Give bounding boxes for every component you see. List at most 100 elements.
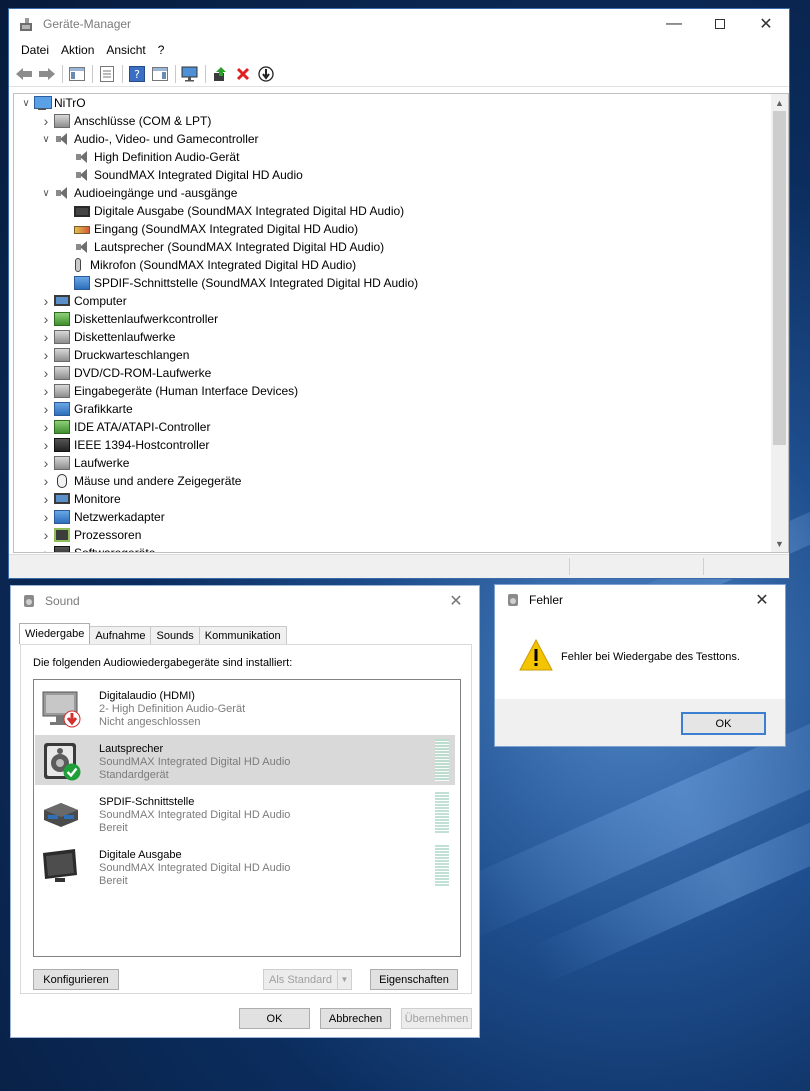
maximize-button[interactable] bbox=[697, 9, 743, 39]
tree-node[interactable]: › Druckwarteschlangen bbox=[14, 346, 772, 364]
device-status: Standardgerät bbox=[99, 769, 169, 781]
tree-node[interactable]: ∨ Audio-, Video- und Gamecontroller bbox=[14, 130, 772, 148]
floppy-controller-icon bbox=[54, 312, 70, 326]
dvd-icon bbox=[54, 366, 70, 380]
tree-node[interactable]: SoundMAX Integrated Digital HD Audio bbox=[14, 166, 772, 184]
tab-kommunikation[interactable]: Kommunikation bbox=[198, 626, 287, 644]
tree-node[interactable]: ∨ NiTrO bbox=[14, 94, 772, 112]
chevron-down-icon[interactable]: ∨ bbox=[38, 188, 54, 199]
list-item-lautsprecher[interactable]: Lautsprecher SoundMAX Integrated Digital… bbox=[35, 735, 455, 785]
device-name: Digitale Ausgabe bbox=[99, 849, 182, 861]
spdif-icon bbox=[74, 276, 90, 290]
scrollbar-thumb[interactable] bbox=[773, 111, 786, 445]
tree-node[interactable]: Mikrofon (SoundMAX Integrated Digital HD… bbox=[14, 256, 772, 274]
chevron-right-icon[interactable]: › bbox=[38, 509, 54, 525]
status-segment bbox=[569, 558, 703, 575]
back-button[interactable] bbox=[13, 63, 35, 85]
tree-node[interactable]: › Laufwerke bbox=[14, 454, 772, 472]
chevron-right-icon[interactable]: › bbox=[38, 311, 54, 327]
tree-node[interactable]: Digitale Ausgabe (SoundMAX Integrated Di… bbox=[14, 202, 772, 220]
digital-output-icon bbox=[74, 205, 90, 217]
tree-node[interactable]: › Grafikkarte bbox=[14, 400, 772, 418]
chevron-right-icon[interactable]: › bbox=[38, 347, 54, 363]
chevron-right-icon[interactable]: › bbox=[38, 329, 54, 345]
show-hide-console-tree-button[interactable] bbox=[66, 63, 88, 85]
minimize-button[interactable]: — bbox=[651, 9, 697, 39]
menu-ansicht[interactable]: Ansicht bbox=[100, 43, 151, 57]
set-default-button[interactable]: Als Standard ▼ bbox=[263, 969, 352, 990]
configure-button[interactable]: Konfigurieren bbox=[33, 969, 119, 990]
chevron-right-icon[interactable]: › bbox=[38, 419, 54, 435]
menu-help[interactable]: ? bbox=[152, 43, 171, 57]
tree-node[interactable]: › Softwaregeräte bbox=[14, 544, 772, 552]
tree-node-label: Netzwerkadapter bbox=[74, 510, 165, 524]
update-driver-button[interactable] bbox=[209, 63, 231, 85]
properties-button[interactable]: Eigenschaften bbox=[370, 969, 458, 990]
tree-node[interactable]: ∨ Audioeingänge und -ausgänge bbox=[14, 184, 772, 202]
chevron-right-icon[interactable]: › bbox=[38, 545, 54, 552]
tab-sounds[interactable]: Sounds bbox=[150, 626, 200, 644]
cancel-button[interactable]: Abbrechen bbox=[320, 1008, 391, 1029]
tree-node-label: Audioeingänge und -ausgänge bbox=[74, 186, 238, 200]
chevron-right-icon[interactable]: › bbox=[38, 455, 54, 471]
chevron-right-icon[interactable]: › bbox=[38, 383, 54, 399]
chevron-right-icon[interactable]: › bbox=[38, 365, 54, 381]
scroll-down-icon[interactable]: ▼ bbox=[771, 535, 788, 552]
tree-node[interactable]: › Monitore bbox=[14, 490, 772, 508]
processor-icon bbox=[54, 528, 70, 542]
tree-node[interactable]: Lautsprecher (SoundMAX Integrated Digita… bbox=[14, 238, 772, 256]
properties-button[interactable] bbox=[96, 63, 118, 85]
chevron-right-icon[interactable]: › bbox=[38, 293, 54, 309]
help-button[interactable]: ? bbox=[126, 63, 148, 85]
action-pane-button[interactable] bbox=[149, 63, 171, 85]
tree-node[interactable]: › Netzwerkadapter bbox=[14, 508, 772, 526]
tree-node[interactable]: › Diskettenlaufwerke bbox=[14, 328, 772, 346]
chevron-down-icon[interactable]: ∨ bbox=[38, 134, 54, 145]
tree-node[interactable]: › Eingabegeräte (Human Interface Devices) bbox=[14, 382, 772, 400]
chevron-right-icon[interactable]: › bbox=[38, 113, 54, 129]
chevron-right-icon[interactable]: › bbox=[38, 401, 54, 417]
scan-hardware-button[interactable] bbox=[179, 63, 201, 85]
uninstall-device-button[interactable] bbox=[232, 63, 254, 85]
device-status: Bereit bbox=[99, 875, 128, 887]
menu-datei[interactable]: Datei bbox=[15, 43, 55, 57]
sound-close-button[interactable]: ✕ bbox=[433, 586, 479, 616]
list-item-spdif[interactable]: SPDIF-Schnittstelle SoundMAX Integrated … bbox=[35, 788, 455, 838]
tree-node[interactable]: › IEEE 1394-Hostcontroller bbox=[14, 436, 772, 454]
chevron-right-icon[interactable]: › bbox=[38, 491, 54, 507]
device-tree: ∨ NiTrO › Anschlüsse (COM & LPT) ∨ Audio-, Vi… bbox=[14, 94, 772, 552]
status-segment bbox=[703, 558, 789, 575]
close-button[interactable]: ✕ bbox=[743, 9, 789, 39]
tree-node[interactable]: › Diskettenlaufwerkcontroller bbox=[14, 310, 772, 328]
disable-device-button[interactable] bbox=[255, 63, 277, 85]
error-ok-button[interactable]: OK bbox=[681, 712, 766, 735]
error-close-button[interactable]: ✕ bbox=[739, 585, 785, 615]
tree-node[interactable]: › DVD/CD-ROM-Laufwerke bbox=[14, 364, 772, 382]
forward-button[interactable] bbox=[36, 63, 58, 85]
menu-aktion[interactable]: Aktion bbox=[55, 43, 100, 57]
tree-node[interactable]: › Prozessoren bbox=[14, 526, 772, 544]
tree-node[interactable]: › IDE ATA/ATAPI-Controller bbox=[14, 418, 772, 436]
tree-node[interactable]: Eingang (SoundMAX Integrated Digital HD … bbox=[14, 220, 772, 238]
list-item-digitalaudio-hdmi[interactable]: Digitalaudio (HDMI) 2- High Definition A… bbox=[35, 682, 455, 732]
tree-node[interactable]: High Definition Audio-Gerät bbox=[14, 148, 772, 166]
tree-node[interactable]: SPDIF-Schnittstelle (SoundMAX Integrated… bbox=[14, 274, 772, 292]
tab-wiedergabe[interactable]: Wiedergabe bbox=[19, 623, 91, 644]
list-item-digitale-ausgabe[interactable]: Digitale Ausgabe SoundMAX Integrated Dig… bbox=[35, 841, 455, 891]
scroll-up-icon[interactable]: ▲ bbox=[771, 94, 788, 111]
tree-vertical-scrollbar[interactable]: ▲ ▼ bbox=[771, 94, 788, 552]
tree-node[interactable]: › Mäuse und andere Zeigegeräte bbox=[14, 472, 772, 490]
tree-node[interactable]: › Anschlüsse (COM & LPT) bbox=[14, 112, 772, 130]
update-driver-icon bbox=[214, 66, 226, 81]
ok-button[interactable]: OK bbox=[239, 1008, 310, 1029]
device-driver: SoundMAX Integrated Digital HD Audio bbox=[99, 862, 291, 874]
tree-node[interactable]: › Computer bbox=[14, 292, 772, 310]
port-icon bbox=[54, 114, 70, 128]
chevron-right-icon[interactable]: › bbox=[38, 527, 54, 543]
chevron-right-icon[interactable]: › bbox=[38, 473, 54, 489]
chevron-right-icon[interactable]: › bbox=[38, 437, 54, 453]
chevron-down-icon[interactable]: ∨ bbox=[18, 98, 34, 109]
apply-button[interactable]: Übernehmen bbox=[401, 1008, 472, 1029]
tab-aufnahme[interactable]: Aufnahme bbox=[89, 626, 152, 644]
scan-monitor-icon bbox=[181, 66, 198, 81]
